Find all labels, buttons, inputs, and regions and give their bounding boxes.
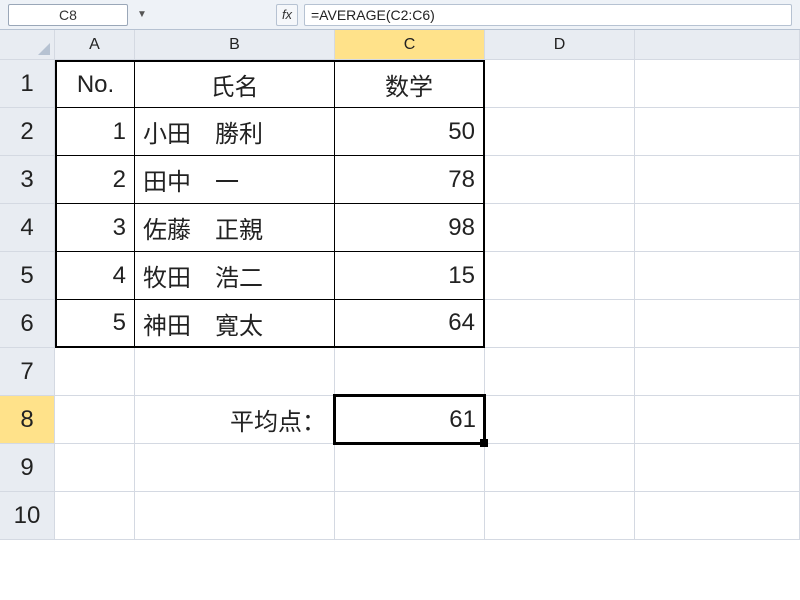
cell-d10[interactable] [485, 492, 635, 540]
cell-b8[interactable]: 平均点： [135, 396, 335, 444]
cell-c4[interactable]: 98 [335, 204, 485, 252]
cell-c1[interactable]: 数学 [335, 60, 485, 108]
name-box[interactable]: C8 [8, 4, 128, 26]
cell-d8[interactable] [485, 396, 635, 444]
select-all-corner[interactable] [0, 30, 55, 60]
cell-c9[interactable] [335, 444, 485, 492]
cell-e9[interactable] [635, 444, 800, 492]
cell-d6[interactable] [485, 300, 635, 348]
cell-a5[interactable]: 4 [55, 252, 135, 300]
cell-e6[interactable] [635, 300, 800, 348]
cell-e3[interactable] [635, 156, 800, 204]
cell-e2[interactable] [635, 108, 800, 156]
cell-b2[interactable]: 小田 勝利 [135, 108, 335, 156]
cell-e5[interactable] [635, 252, 800, 300]
cell-e8[interactable] [635, 396, 800, 444]
row-header-8[interactable]: 8 [0, 396, 55, 444]
cell-a1[interactable]: No. [55, 60, 135, 108]
spreadsheet-grid: A B C D 1 No. 氏名 数学 2 1 小田 勝利 50 3 2 田中 … [0, 30, 800, 540]
cell-a10[interactable] [55, 492, 135, 540]
cell-b4[interactable]: 佐藤 正親 [135, 204, 335, 252]
row-header-5[interactable]: 5 [0, 252, 55, 300]
col-header-d[interactable]: D [485, 30, 635, 60]
cell-e4[interactable] [635, 204, 800, 252]
cell-c7[interactable] [335, 348, 485, 396]
col-header-b[interactable]: B [135, 30, 335, 60]
row-header-7[interactable]: 7 [0, 348, 55, 396]
insert-function-button[interactable]: fx [276, 4, 298, 26]
cell-d7[interactable] [485, 348, 635, 396]
cell-a3[interactable]: 2 [55, 156, 135, 204]
cell-d3[interactable] [485, 156, 635, 204]
row-header-10[interactable]: 10 [0, 492, 55, 540]
cell-b6[interactable]: 神田 寛太 [135, 300, 335, 348]
cell-a7[interactable] [55, 348, 135, 396]
formula-input[interactable]: =AVERAGE(C2:C6) [304, 4, 792, 26]
cell-c5[interactable]: 15 [335, 252, 485, 300]
cell-e7[interactable] [635, 348, 800, 396]
row-header-3[interactable]: 3 [0, 156, 55, 204]
cell-d4[interactable] [485, 204, 635, 252]
cell-a9[interactable] [55, 444, 135, 492]
cell-b1[interactable]: 氏名 [135, 60, 335, 108]
cell-e1[interactable] [635, 60, 800, 108]
cell-b3[interactable]: 田中 一 [135, 156, 335, 204]
cell-d1[interactable] [485, 60, 635, 108]
cell-a4[interactable]: 3 [55, 204, 135, 252]
cell-a2[interactable]: 1 [55, 108, 135, 156]
row-header-4[interactable]: 4 [0, 204, 55, 252]
cell-c8[interactable]: 61 [335, 396, 485, 444]
cell-b9[interactable] [135, 444, 335, 492]
col-header-a[interactable]: A [55, 30, 135, 60]
cell-b7[interactable] [135, 348, 335, 396]
cell-d5[interactable] [485, 252, 635, 300]
row-header-1[interactable]: 1 [0, 60, 55, 108]
cell-d9[interactable] [485, 444, 635, 492]
cell-e10[interactable] [635, 492, 800, 540]
formula-bar: C8 ▼ fx =AVERAGE(C2:C6) [0, 0, 800, 30]
row-header-9[interactable]: 9 [0, 444, 55, 492]
cell-b10[interactable] [135, 492, 335, 540]
cell-c6[interactable]: 64 [335, 300, 485, 348]
cell-c3[interactable]: 78 [335, 156, 485, 204]
cell-a6[interactable]: 5 [55, 300, 135, 348]
row-header-2[interactable]: 2 [0, 108, 55, 156]
col-header-c[interactable]: C [335, 30, 485, 60]
row-header-6[interactable]: 6 [0, 300, 55, 348]
cell-b5[interactable]: 牧田 浩二 [135, 252, 335, 300]
cell-a8[interactable] [55, 396, 135, 444]
name-box-dropdown-icon[interactable]: ▼ [134, 4, 150, 26]
col-header-blank [635, 30, 800, 60]
cell-d2[interactable] [485, 108, 635, 156]
cell-c2[interactable]: 50 [335, 108, 485, 156]
cell-c10[interactable] [335, 492, 485, 540]
